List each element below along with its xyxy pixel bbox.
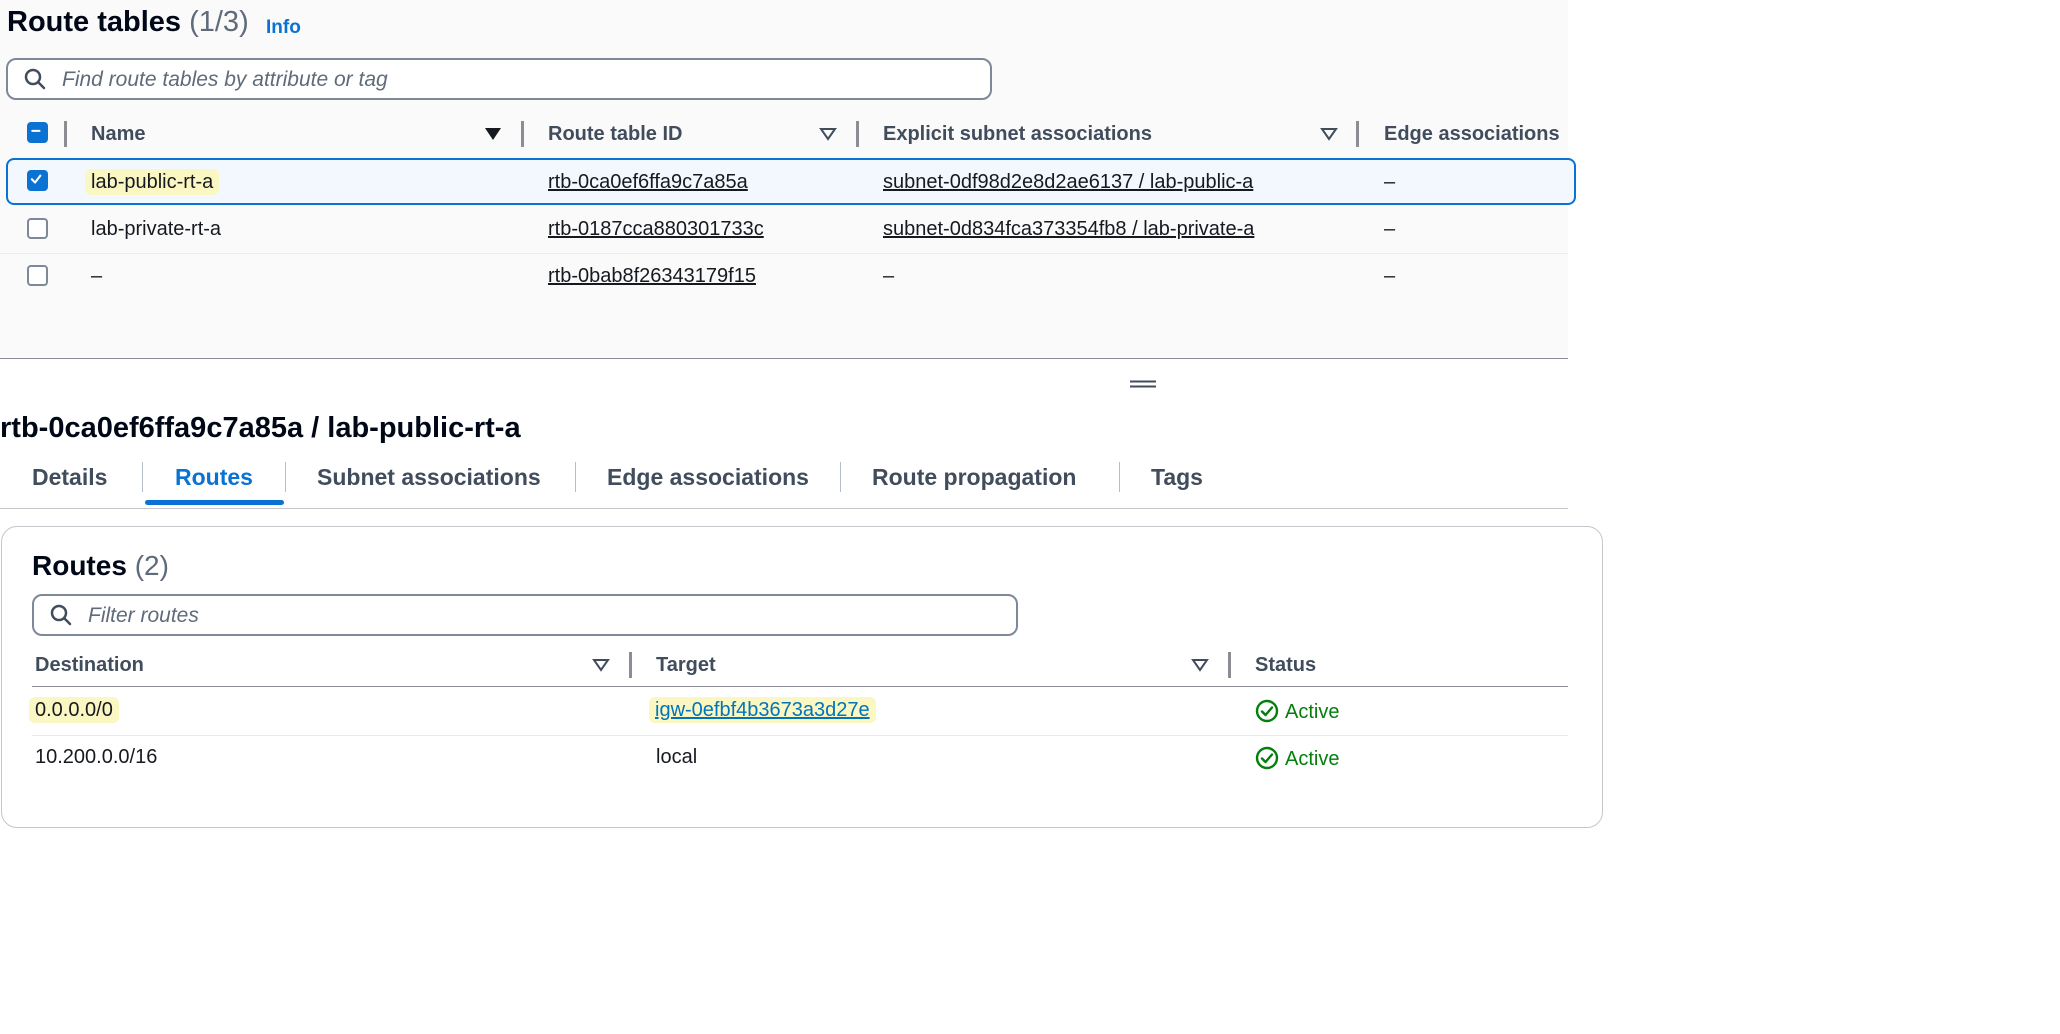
table-row: 10.200.0.0/16 local Active	[32, 735, 1568, 782]
routes-title: Routes (2)	[32, 550, 169, 582]
tab-separator	[840, 462, 841, 492]
tab-separator	[1119, 462, 1120, 492]
tab-edge-associations[interactable]: Edge associations	[607, 464, 809, 491]
column-header-destination[interactable]: Destination	[35, 654, 144, 677]
page-title-text: Route tables	[7, 6, 182, 38]
route-table-name: lab-public-rt-a	[85, 169, 220, 195]
column-separator	[64, 121, 67, 147]
column-separator[interactable]	[629, 652, 632, 678]
check-circle-icon	[1255, 699, 1279, 723]
tab-tags[interactable]: Tags	[1151, 464, 1203, 491]
route-status-text: Active	[1285, 748, 1340, 770]
table-row[interactable]: – rtb-0bab8f26343179f15 – –	[0, 254, 1568, 301]
column-header-target[interactable]: Target	[656, 654, 716, 677]
sort-icon[interactable]	[592, 657, 610, 673]
check-circle-icon	[1255, 746, 1279, 770]
tab-separator	[575, 462, 576, 492]
checkmark-icon	[30, 174, 42, 184]
routes-title-text: Routes	[32, 550, 127, 581]
route-table-id-link[interactable]: rtb-0187cca880301733c	[548, 218, 764, 241]
subnet-association-link[interactable]: subnet-0d834fca373354fb8 / lab-private-a	[883, 218, 1254, 241]
route-tables-search-input[interactable]: Find route tables by attribute or tag	[6, 58, 992, 100]
search-placeholder: Find route tables by attribute or tag	[62, 68, 388, 91]
column-separator[interactable]	[1228, 652, 1231, 678]
route-status-text: Active	[1285, 701, 1340, 723]
drag-handle-icon[interactable]	[1130, 380, 1156, 388]
row-checkbox[interactable]	[27, 265, 48, 286]
route-table-name: lab-private-rt-a	[91, 218, 222, 240]
tab-routes[interactable]: Routes	[175, 464, 253, 491]
sort-icon[interactable]	[819, 126, 837, 142]
route-status: Active	[1255, 699, 1339, 724]
edge-association-value: –	[1384, 265, 1396, 287]
sort-icon[interactable]	[1320, 126, 1338, 142]
column-separator[interactable]	[521, 121, 524, 147]
search-icon	[50, 604, 72, 626]
filter-placeholder: Filter routes	[88, 604, 199, 627]
column-header-name[interactable]: Name	[91, 123, 145, 146]
route-destination: 0.0.0.0/0	[29, 697, 119, 723]
column-separator[interactable]	[856, 121, 859, 147]
route-target: local	[656, 746, 698, 768]
route-target-link[interactable]: igw-0efbf4b3673a3d27e	[649, 697, 876, 723]
table-row-selected[interactable]: lab-public-rt-a rtb-0ca0ef6ffa9c7a85a su…	[6, 158, 1576, 205]
edge-association-value: –	[1384, 218, 1396, 240]
route-tables-header: Name Route table ID Explicit subnet asso…	[0, 117, 1568, 155]
tab-details[interactable]: Details	[32, 464, 107, 491]
column-header-route-table-id[interactable]: Route table ID	[548, 123, 682, 146]
table-row: 0.0.0.0/0 igw-0efbf4b3673a3d27e Active	[29, 688, 1568, 735]
detail-title: rtb-0ca0ef6ffa9c7a85a / lab-public-rt-a	[0, 412, 521, 444]
route-table-id-link[interactable]: rtb-0bab8f26343179f15	[548, 265, 756, 288]
route-status: Active	[1255, 746, 1339, 771]
info-link[interactable]: Info	[266, 17, 301, 39]
sort-icon[interactable]	[1191, 657, 1209, 673]
routes-filter-input[interactable]: Filter routes	[32, 594, 1018, 636]
column-header-explicit-subnet-associations[interactable]: Explicit subnet associations	[883, 123, 1152, 146]
row-checkbox[interactable]	[27, 218, 48, 239]
active-tab-indicator	[145, 500, 284, 505]
edge-association-value: –	[1384, 171, 1396, 193]
column-header-edge-associations[interactable]: Edge associations	[1384, 123, 1560, 146]
routes-count: (2)	[134, 550, 169, 581]
route-table-name: –	[91, 265, 103, 287]
routes-header: Destination Target Status	[32, 648, 1568, 687]
tab-separator	[142, 462, 143, 492]
table-row[interactable]: lab-private-rt-a rtb-0187cca880301733c s…	[0, 207, 1568, 254]
sort-descending-icon[interactable]	[484, 126, 502, 142]
row-checkbox[interactable]	[27, 170, 48, 191]
tab-separator	[285, 462, 286, 492]
subnet-association-link[interactable]: subnet-0df98d2e8d2ae6137 / lab-public-a	[883, 171, 1253, 194]
page-title: Route tables (1/3)	[7, 6, 249, 39]
search-icon	[24, 68, 46, 90]
tab-route-propagation[interactable]: Route propagation	[872, 464, 1076, 491]
route-table-id-link[interactable]: rtb-0ca0ef6ffa9c7a85a	[548, 171, 748, 194]
column-header-status[interactable]: Status	[1255, 654, 1316, 677]
subnet-association-value: –	[883, 265, 895, 287]
detail-tabs: Details Routes Subnet associations Edge …	[0, 458, 1568, 509]
route-destination: 10.200.0.0/16	[35, 746, 158, 768]
route-tables-panel: Route tables (1/3) Info Find route table…	[0, 0, 1576, 359]
indeterminate-icon	[31, 129, 41, 132]
page-title-count: (1/3)	[189, 6, 249, 38]
select-all-checkbox[interactable]	[27, 122, 48, 143]
column-separator[interactable]	[1356, 121, 1359, 147]
tab-subnet-associations[interactable]: Subnet associations	[317, 464, 541, 491]
